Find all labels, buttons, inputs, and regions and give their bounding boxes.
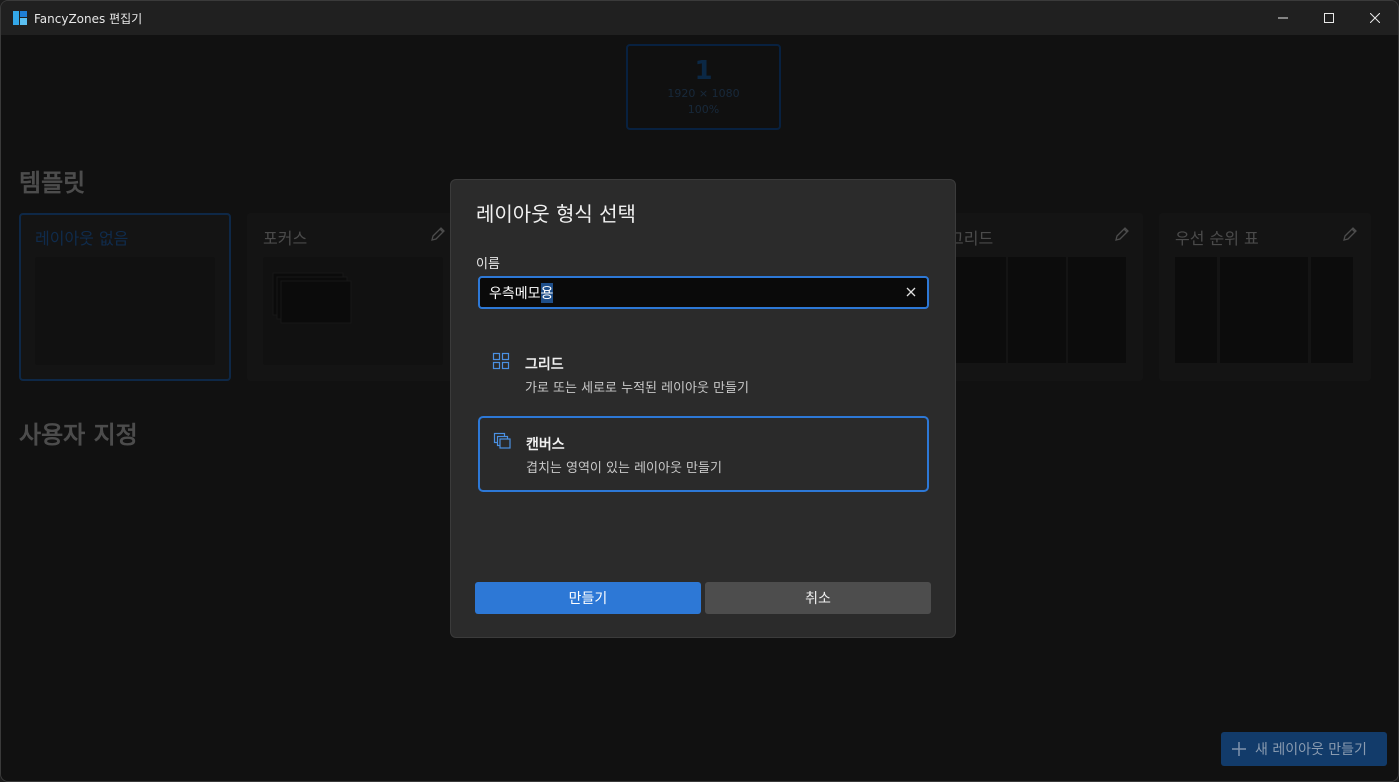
new-layout-label: 새 레이아웃 만들기 [1255, 742, 1367, 758]
grid-option-title: 그리드 [525, 357, 564, 373]
new-layout-button[interactable]: 새 레이아웃 만들기 [1221, 732, 1387, 766]
minimize-icon [1278, 17, 1288, 19]
canvas-layout-option[interactable]: 캔버스 겹치는 영역이 있는 레이아웃 만들기 [478, 416, 929, 492]
grid-layout-option[interactable]: 그리드 가로 또는 세로로 누적된 레이아웃 만들기 [478, 338, 929, 414]
close-button[interactable] [1352, 1, 1398, 35]
layout-type-dialog: 레이아웃 형식 선택 이름 우측메모 용 그리드 가로 또는 세로로 누적된 레이… [450, 179, 956, 638]
window-title: FancyZones 편집기 [34, 12, 143, 26]
maximize-icon [1324, 13, 1334, 23]
cancel-button[interactable]: 취소 [705, 582, 931, 614]
fancyzones-editor-window: FancyZones 편집기 1 1920 × 1080 100% 템플릿 레이… [0, 0, 1399, 782]
name-input-selection: 용 [540, 282, 554, 303]
canvas-option-title: 캔버스 [526, 437, 565, 453]
plus-icon [1232, 742, 1246, 756]
create-button[interactable]: 만들기 [475, 582, 701, 614]
grid-icon [492, 352, 510, 370]
canvas-icon [493, 432, 511, 449]
title-bar[interactable]: FancyZones 편집기 [1, 1, 1398, 35]
fancyzones-app-icon [13, 11, 27, 25]
layout-name-input[interactable]: 우측메모 용 [478, 276, 929, 309]
dialog-title: 레이아웃 형식 선택 [476, 202, 636, 226]
close-icon [1370, 13, 1380, 23]
name-label: 이름 [476, 257, 500, 272]
grid-option-description: 가로 또는 세로로 누적된 레이아웃 만들기 [525, 381, 749, 396]
canvas-option-description: 겹치는 영역이 있는 레이아웃 만들기 [526, 461, 722, 476]
maximize-button[interactable] [1306, 1, 1352, 35]
minimize-button[interactable] [1260, 1, 1306, 35]
clear-icon[interactable] [904, 285, 918, 299]
name-input-text: 우측메모 [489, 285, 541, 302]
